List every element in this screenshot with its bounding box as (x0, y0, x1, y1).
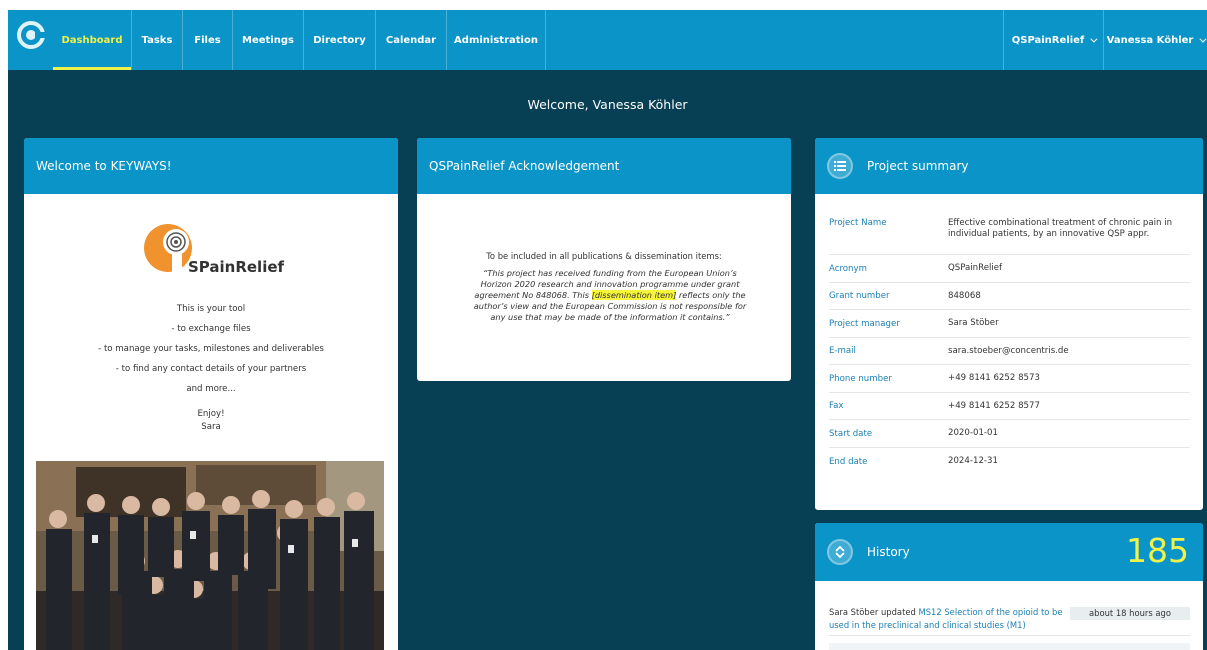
qspainrelief-logo: SPainRelief (142, 222, 285, 282)
welcome-line: This is your tool (176, 304, 246, 314)
page-title: Welcome, Vanessa Köhler (527, 97, 688, 112)
summary-value: QSPainRelief (948, 263, 1003, 273)
summary-row-start-date: Start date 2020-01-01 (829, 420, 1190, 448)
welcome-line: - to manage your tasks, milestones and d… (98, 344, 324, 354)
acknowledgement-intro: To be included in all publications & dis… (486, 251, 722, 261)
chevron-down-icon (1090, 35, 1098, 43)
expand-collapse-icon[interactable] (827, 539, 853, 565)
summary-value: 848068 (948, 290, 981, 301)
summary-key: Fax (829, 401, 844, 411)
summary-key: Project manager (829, 318, 900, 329)
divider (829, 635, 1190, 636)
nav-administration[interactable]: Administration (447, 10, 546, 70)
acknowledgement-text: “This project has received funding from … (467, 268, 753, 323)
logo-text: SPainRelief (188, 258, 285, 276)
summary-key: Grant number (829, 291, 890, 301)
acknowledgement-card: QSPainRelief Acknowledgement To be inclu… (417, 138, 791, 381)
history-count: 185 (1126, 531, 1189, 570)
welcome-line: Enjoy! (197, 409, 225, 419)
summary-value: 2024-12-31 (948, 456, 998, 466)
summary-key: E-mail (829, 346, 856, 356)
project-summary-header: Project summary (815, 138, 1203, 194)
summary-value: 2020-01-01 (948, 428, 998, 438)
history-timestamp: about 18 hours ago (1070, 607, 1190, 620)
chevron-down-icon (1199, 35, 1207, 43)
welcome-card-title: Welcome to KEYWAYS! (24, 138, 398, 194)
history-entry: Sara Stöber updated MS12 Selection of th… (829, 606, 1069, 632)
history-card: History 185 Sara Stöber updated MS12 Sel… (815, 523, 1203, 650)
welcome-signature: Sara (201, 422, 221, 432)
nav-directory[interactable]: Directory (304, 10, 376, 70)
welcome-line: and more... (186, 384, 236, 394)
summary-row-grant-number: Grant number 848068 (829, 283, 1190, 310)
welcome-line: - to find any contact details of your pa… (115, 364, 307, 374)
summary-key: Acronym (829, 263, 867, 274)
summary-row-phone-number: Phone number +49 8141 6252 8573 (829, 365, 1190, 393)
summary-key: Phone number (829, 373, 892, 384)
summary-value: Sara Stöber (948, 318, 999, 328)
top-nav-bar: Dashboard Tasks Files Meetings Directory… (8, 10, 1207, 70)
nav-tasks[interactable]: Tasks (132, 10, 183, 70)
acknowledgement-card-title: QSPainRelief Acknowledgement (417, 138, 791, 194)
history-title: History (867, 545, 910, 559)
nav-calendar[interactable]: Calendar (376, 10, 447, 70)
summary-key: Project Name (829, 218, 887, 228)
summary-value: sara.stoeber@concentris.de (948, 345, 1069, 356)
welcome-line: - to exchange files (171, 324, 251, 334)
summary-row-project-name: Project Name Effective combinational tre… (829, 218, 1190, 255)
project-summary-title: Project summary (867, 159, 969, 173)
history-next-entry (829, 643, 1190, 650)
ack-quote-highlight: [dissemination item] (591, 290, 677, 300)
list-icon (827, 153, 853, 179)
nav-dashboard[interactable]: Dashboard (53, 10, 132, 70)
project-menu-label: QSPainRelief (1011, 34, 1085, 46)
summary-key: Start date (829, 428, 873, 439)
summary-value: Effective combinational treatment of chr… (948, 218, 1173, 239)
summary-value: +49 8141 6252 8577 (948, 400, 1040, 411)
summary-row-acronym: Acronym QSPainRelief (829, 255, 1190, 283)
summary-row-project-manager: Project manager Sara Stöber (829, 310, 1190, 338)
summary-row-end-date: End date 2024-12-31 (829, 448, 1190, 475)
history-user: Sara Stöber (829, 607, 879, 617)
nav-meetings[interactable]: Meetings (233, 10, 304, 70)
summary-row-fax: Fax +49 8141 6252 8577 (829, 393, 1190, 420)
summary-row-email: E-mail sara.stoeber@concentris.de (829, 338, 1190, 365)
history-action: updated (878, 607, 919, 617)
keyways-logo[interactable] (16, 20, 46, 50)
summary-value: +49 8141 6252 8573 (948, 373, 1040, 383)
nav-files[interactable]: Files (183, 10, 233, 70)
summary-key: End date (829, 456, 868, 467)
welcome-card: Welcome to KEYWAYS! SPainRelief This is … (24, 138, 398, 650)
project-menu[interactable]: QSPainRelief (1003, 10, 1103, 70)
user-menu[interactable]: Vanessa Köhler (1103, 10, 1207, 70)
user-menu-label: Vanessa Köhler (1106, 34, 1194, 46)
project-summary-card: Project summary Project Name Effective c… (815, 138, 1203, 510)
team-photo (36, 461, 384, 650)
